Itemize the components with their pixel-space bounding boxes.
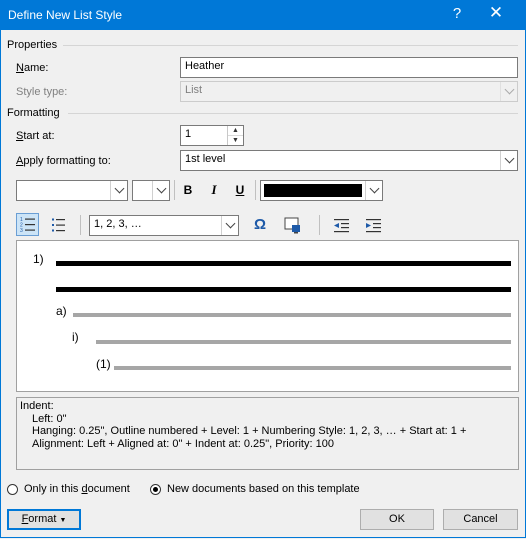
chevron-down-icon [369,183,379,194]
new-documents-label[interactable]: New documents based on this template [167,483,360,495]
description-line: Alignment: Left + Aligned at: 0" + Inden… [32,437,334,450]
start-at-spinner[interactable]: ▲ ▼ [227,126,243,145]
font-name-dropdown-arrow[interactable] [110,181,127,200]
font-color-select[interactable] [260,180,383,201]
preview-level4-line [114,366,511,370]
underline-button[interactable]: U [230,180,250,200]
font-name-select[interactable] [16,180,128,201]
font-color-swatch [264,184,362,197]
start-at-value: 1 [185,128,192,140]
decrease-indent-button[interactable] [331,215,352,236]
preview-level3-line [96,340,511,344]
spin-up-icon[interactable]: ▲ [228,126,243,136]
properties-divider [63,45,518,46]
preview-level1-line-2 [56,287,511,292]
chevron-down-icon [504,153,514,164]
svg-text:3: 3 [20,228,23,234]
preview-level2-line [73,313,511,317]
numbering-style-value: 1, 2, 3, … [94,218,142,230]
style-type-value: List [185,84,203,96]
increase-indent-button[interactable] [363,215,384,236]
apply-formatting-value: 1st level [185,153,226,165]
window-title: Define New List Style [8,8,123,22]
bold-button[interactable]: B [178,180,198,200]
decrease-indent-icon [334,219,349,233]
ok-button[interactable]: OK [360,509,434,530]
format-button[interactable]: Format ▼ [7,509,81,530]
new-documents-radio[interactable] [150,484,161,495]
insert-picture-button[interactable] [282,215,303,236]
numbered-list-icon: 1 2 3 [20,217,35,234]
chevron-down-icon [114,183,124,194]
font-size-dropdown-arrow[interactable] [152,181,169,200]
toolbar-divider [80,215,81,235]
toolbar-divider [255,180,256,200]
close-button[interactable]: ✕ [484,3,508,23]
apply-formatting-dropdown-arrow[interactable] [500,151,517,170]
apply-formatting-select[interactable]: 1st level [180,150,518,171]
preview-level4-number: (1) [96,357,111,371]
description-line: Indent: [20,400,54,412]
insert-symbol-button[interactable]: Ω [250,215,270,235]
preview-level3-number: i) [72,330,79,344]
name-label: Name: [16,62,49,74]
style-type-select: List [180,81,518,102]
formatting-section-label: Formatting [7,107,60,119]
cancel-button[interactable]: Cancel [443,509,518,530]
bullet-list-icon [52,218,65,232]
spin-down-icon[interactable]: ▼ [228,136,243,145]
numbering-style-dropdown-arrow[interactable] [221,216,238,235]
dropdown-arrow-icon: ▼ [59,517,67,524]
bullet-list-button[interactable] [47,214,68,235]
only-this-document-label[interactable]: Only in this document [24,483,130,495]
list-preview: 1) a) i) (1) [16,240,519,392]
preview-level2-number: a) [56,304,67,318]
description-line: Hanging: 0.25", Outline numbered + Level… [32,425,467,437]
font-size-select[interactable] [132,180,170,201]
name-field[interactable]: Heather [180,57,518,78]
properties-section-label: Properties [7,39,58,51]
formatting-divider [68,113,518,114]
title-bar: Define New List Style ? ✕ [0,0,526,30]
toolbar-divider [174,180,175,200]
apply-formatting-label: Apply formatting to: [16,155,111,167]
chevron-down-icon [156,183,166,194]
style-type-dropdown-arrow [500,82,517,101]
style-type-label: Style type: [16,86,68,98]
start-at-label: Start at: [16,130,55,142]
chevron-down-icon [225,218,235,229]
numbered-list-button[interactable]: 1 2 3 [16,213,39,236]
increase-indent-icon [366,219,381,233]
italic-button[interactable]: I [204,180,224,200]
description-line: Left: 0" [32,412,67,425]
preview-level1-number: 1) [33,252,44,266]
picture-bullet-icon [284,217,300,234]
style-description: Indent: Left: 0" Hanging: 0.25", Outline… [16,397,519,470]
font-color-dropdown-arrow[interactable] [365,181,382,200]
help-button[interactable]: ? [447,5,467,22]
toolbar-divider [319,215,320,235]
start-at-field[interactable]: 1 ▲ ▼ [180,125,244,146]
numbering-style-select[interactable]: 1, 2, 3, … [89,215,239,236]
only-this-document-radio[interactable] [7,484,18,495]
chevron-down-icon [504,84,514,95]
preview-level1-line [56,261,511,266]
